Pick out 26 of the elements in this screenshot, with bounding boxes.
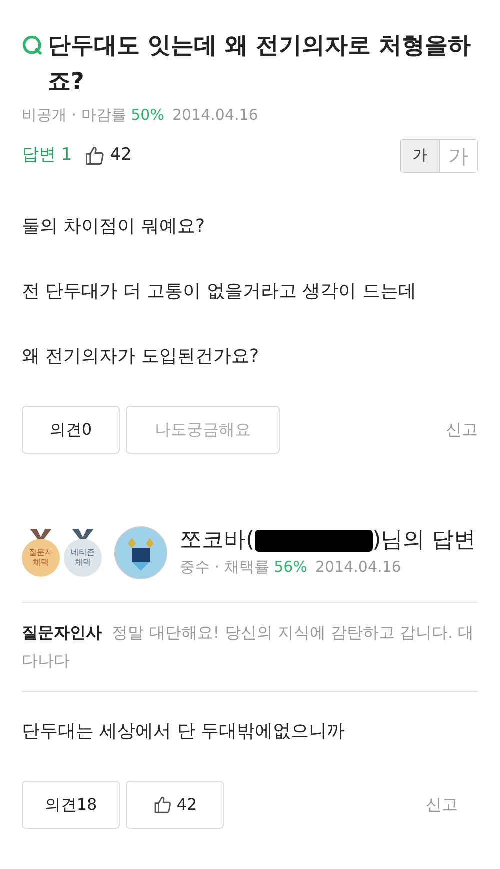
like-button[interactable]: 42 [126,780,224,828]
font-size-button[interactable]: 가 [401,140,439,172]
medal-badge: 질문자 채택 [22,538,60,576]
crest-avatar [114,526,168,580]
question-text: 왜 전기의자가 도입된건가요? [22,344,260,368]
thumbs-up-icon [152,794,173,814]
answerer-title: )님의 답변 [372,527,476,556]
question-text: 둘의 차이점이 뭐예요? [22,214,206,238]
answerer-meta: 중수 · 채택률 56% [180,557,308,578]
answer-date: 2014.04.16 [315,557,402,578]
thumbs-up-icon [84,144,106,166]
opinion-button[interactable]: 의견18 [22,780,120,828]
ribbon-icon [28,528,54,538]
question-title: 단두대도 잇는데 왜 전기의자로 처형을하죠? [48,32,472,97]
answerer-name: 쪼코바( [180,527,255,556]
like-count: 42 [110,144,132,167]
medal-badge: 네티즌 채택 [64,538,102,576]
question-date: 2014.04.16 [172,105,258,126]
question-icon [22,35,44,57]
thanks-message: 질문자인사 정말 대단해요! 당신의 지식에 감탄하고 갑니다. 대다나다 [22,622,476,672]
ribbon-icon [70,528,96,538]
opinion-button[interactable]: 의견0 [22,406,120,454]
answer-text: 단두대는 세상에서 단 두대밖에없으니까 [22,720,346,744]
question-text: 전 단두대가 더 고통이 없을거라고 생각이 드는데 [22,280,418,304]
question-meta: 비공개 · 마감률 50% [22,105,164,126]
answer-count: 답변 1 [22,144,72,167]
